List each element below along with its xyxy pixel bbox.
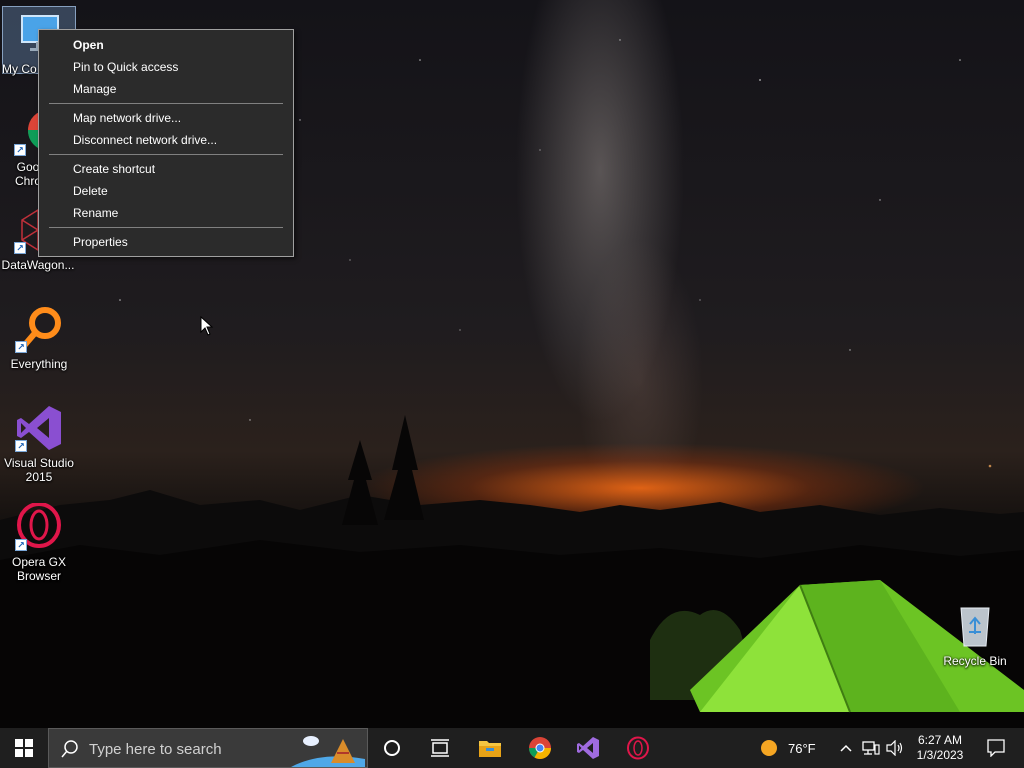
menu-item-manage[interactable]: Manage [39,78,293,100]
everything-icon: ↗ [15,305,63,353]
mouse-cursor-icon [200,316,214,336]
taskbar-file-explorer[interactable] [470,728,510,768]
clock[interactable]: 6:27 AM 1/3/2023 [910,728,970,768]
search-highlight-illustration-icon [291,736,365,767]
menu-separator [49,227,283,228]
menu-item-properties[interactable]: Properties [39,231,293,253]
windows-logo-icon [15,739,33,757]
taskbar-chrome[interactable] [520,728,560,768]
file-explorer-icon [479,741,501,757]
menu-item-rename[interactable]: Rename [39,202,293,224]
menu-item-open[interactable]: Open [39,34,293,56]
task-view-button[interactable] [420,728,460,768]
notifications-icon [987,739,1005,757]
context-menu: Open Pin to Quick access Manage Map netw… [38,29,294,257]
menu-separator [49,154,283,155]
desktop-icon-label: Visual Studio 2015 [4,456,74,484]
desktop-icon-label: Recycle Bin [943,654,1007,668]
volume-icon [886,740,903,756]
menu-item-map-network-drive[interactable]: Map network drive... [39,107,293,129]
show-hidden-icons-button[interactable] [836,728,856,768]
cortana-button[interactable] [372,728,412,768]
start-button[interactable] [0,728,48,768]
sun-icon [761,740,777,756]
desktop-icon-everything[interactable]: ↗ Everything [1,305,77,371]
shortcut-arrow-icon: ↗ [15,440,27,452]
search-icon [61,740,78,758]
desktop-icon-label: DataWagon... [1,258,75,272]
chevron-up-icon [840,744,852,752]
shortcut-arrow-icon: ↗ [15,539,27,551]
search-box[interactable]: Type here to search [48,728,368,768]
desktop-icon-recycle-bin[interactable]: Recycle Bin [937,602,1013,668]
search-placeholder: Type here to search [89,741,222,758]
taskbar-visual-studio[interactable] [568,728,608,768]
desktop-icon-label: Opera GX Browser [11,555,67,583]
chrome-icon [529,737,551,759]
shortcut-arrow-icon: ↗ [15,341,27,353]
menu-item-create-shortcut[interactable]: Create shortcut [39,158,293,180]
menu-item-pin-quick-access[interactable]: Pin to Quick access [39,56,293,78]
network-button[interactable] [860,728,882,768]
menu-item-delete[interactable]: Delete [39,180,293,202]
desktop-icon-label: Everything [10,357,68,371]
volume-button[interactable] [884,728,906,768]
desktop-icon-visual-studio[interactable]: ↗ Visual Studio 2015 [1,404,77,484]
clock-time: 6:27 AM [917,733,963,747]
menu-separator [49,103,283,104]
weather-temp: 76°F [788,740,816,756]
desktop-background[interactable]: My Co ↗ Goo Chro ↗ DataWagon... ↗ Everyt… [0,0,1024,728]
task-view-icon [431,739,449,757]
menu-item-disconnect-network-drive[interactable]: Disconnect network drive... [39,129,293,151]
network-icon [862,741,880,755]
recycle-bin-icon [951,602,999,650]
weather-widget[interactable]: 76°F [760,728,830,768]
visual-studio-icon: ↗ [15,404,63,452]
action-center-button[interactable] [976,728,1016,768]
cortana-icon [384,740,400,756]
taskbar: Type here to search 76°F 6:27 AM 1/3/202… [0,728,1024,768]
desktop-icon-opera-gx[interactable]: ↗ Opera GX Browser [1,502,77,583]
shortcut-arrow-icon: ↗ [14,144,26,156]
opera-gx-icon [627,736,649,760]
visual-studio-icon [577,737,599,759]
taskbar-opera-gx[interactable] [618,728,658,768]
shortcut-arrow-icon: ↗ [14,242,26,254]
clock-date: 1/3/2023 [916,748,964,762]
opera-gx-icon: ↗ [15,502,63,551]
